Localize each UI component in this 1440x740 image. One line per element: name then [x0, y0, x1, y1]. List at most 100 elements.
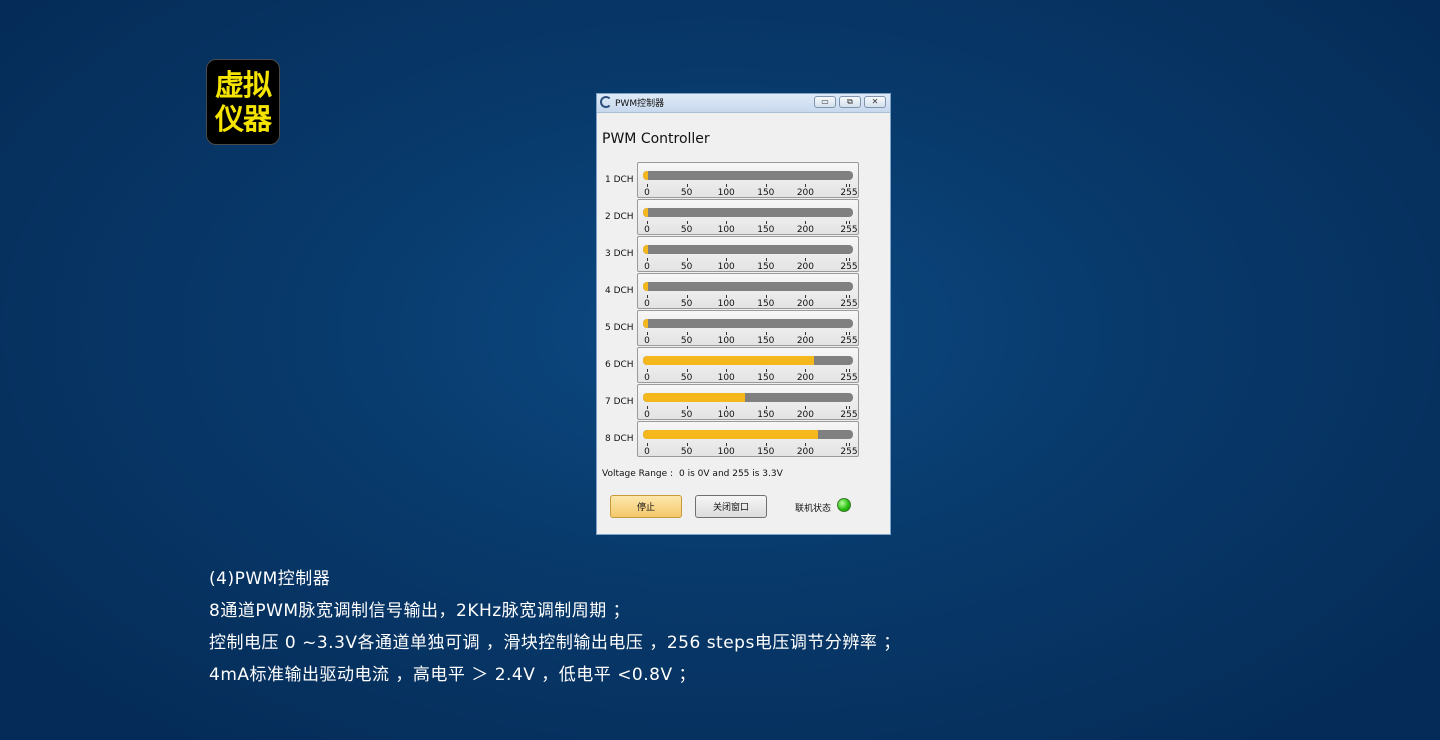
scale-tick	[726, 406, 728, 409]
scale-tick	[846, 221, 847, 224]
scale-tick	[805, 406, 807, 409]
scale-tick	[686, 184, 688, 187]
scale-tick	[765, 221, 767, 224]
scale-tick-label: 150	[757, 262, 775, 272]
description-line-3: 4mA标准输出驱动电流 ，高电平 ＞ 2.4V ，低电平 <0.8V ；	[209, 665, 697, 685]
slider-track[interactable]	[643, 356, 853, 365]
channel-row: 4 DCH 0 50 100 150 200 255	[599, 273, 864, 310]
scale-tick	[726, 369, 728, 372]
scale-tick	[849, 332, 850, 335]
scale-tick	[726, 221, 728, 224]
channel-slider[interactable]: 0 50 100 150 200 255	[637, 310, 859, 346]
slider-track[interactable]	[643, 208, 853, 217]
scale-tick	[765, 406, 767, 409]
window-title: PWM控制器	[615, 99, 665, 109]
scale-tick	[686, 443, 688, 446]
close-button[interactable]: ✕	[864, 96, 886, 108]
channel-label: 4 DCH	[605, 286, 634, 296]
channel-row: 6 DCH 0 50 100 150 200 255	[599, 347, 864, 384]
description: (4)PWM控制器 8通道PWM脉宽调制信号输出，2KHz脉宽调制周期 ； 控制…	[209, 563, 901, 691]
channel-row: 1 DCH 0 50 100 150 200 255	[599, 162, 864, 199]
scale-tick	[846, 369, 847, 372]
slider-fill	[643, 282, 648, 291]
scale-tick-label: 0	[644, 336, 650, 346]
minimize-button[interactable]: ▭	[814, 96, 836, 108]
pwm-controller-window: PWM控制器 ▭ ⧉ ✕ PWM Controller 1 DCH 0 50 100 1…	[596, 93, 891, 535]
scale-tick-label: 100	[717, 336, 735, 346]
scale-tick-label: 0	[644, 299, 650, 309]
badge-line-2: 仪器	[214, 102, 272, 136]
scale-tick-label: 100	[717, 410, 735, 420]
scale-tick-label: 200	[796, 447, 815, 457]
scale-tick-label: 150	[757, 410, 775, 420]
scale-tick	[849, 258, 850, 261]
scale-tick-label: 0	[644, 447, 650, 457]
scale-tick-label: 50	[680, 336, 693, 346]
window-titlebar[interactable]: PWM控制器 ▭ ⧉ ✕	[597, 94, 890, 113]
channel-label: 8 DCH	[605, 434, 634, 444]
scale-tick	[805, 332, 807, 335]
slider-track[interactable]	[643, 319, 853, 328]
scale-tick-label: 0	[644, 410, 650, 420]
scale-tick	[765, 332, 767, 335]
scale-tick	[647, 406, 648, 409]
scale-tick-label: 0	[644, 262, 650, 272]
slider-track[interactable]	[643, 282, 853, 291]
scale-tick-label: 200	[796, 225, 815, 235]
scale-tick	[647, 184, 648, 187]
slider-track[interactable]	[643, 171, 853, 180]
scale-tick-label: 255	[840, 447, 858, 457]
restore-button[interactable]: ⧉	[839, 96, 861, 108]
scale-tick	[686, 295, 688, 298]
slider-fill	[643, 319, 648, 328]
channel-slider[interactable]: 0 50 100 150 200 255	[637, 199, 859, 235]
channel-row: 5 DCH 0 50 100 150 200 255	[599, 310, 864, 347]
slider-fill	[643, 208, 648, 217]
channel-slider[interactable]: 0 50 100 150 200 255	[637, 236, 859, 272]
scale-tick-label: 100	[717, 188, 735, 198]
scale-tick	[765, 258, 767, 261]
virtual-instrument-badge: 虚拟 仪器	[206, 59, 280, 145]
window-client: PWM Controller 1 DCH 0 50 100 150 200 255 2 DCH…	[599, 115, 888, 531]
scale-tick-label: 100	[717, 299, 735, 309]
channel-label: 6 DCH	[605, 360, 634, 370]
channel-row: 2 DCH 0 50 100 150 200 255	[599, 199, 864, 236]
channel-label: 5 DCH	[605, 323, 634, 333]
scale-tick	[849, 443, 850, 446]
scale-tick-label: 0	[644, 225, 650, 235]
scale-tick-label: 50	[680, 225, 693, 235]
scale-tick	[726, 258, 728, 261]
slider-track[interactable]	[643, 245, 853, 254]
scale-tick	[686, 406, 688, 409]
scale-tick	[846, 332, 847, 335]
scale-tick-label: 255	[840, 299, 858, 309]
slider-track[interactable]	[643, 430, 853, 439]
scale-tick-label: 200	[796, 262, 815, 272]
scale-tick	[765, 184, 767, 187]
scale-tick-label: 255	[840, 225, 858, 235]
scale-tick	[849, 184, 850, 187]
scale-tick-label: 50	[680, 299, 693, 309]
scale-tick	[805, 258, 807, 261]
scale-tick	[765, 443, 767, 446]
app-title: PWM Controller	[602, 131, 710, 147]
scale-tick-label: 100	[717, 373, 735, 383]
slider-track[interactable]	[643, 393, 853, 402]
scale-tick-label: 255	[840, 410, 858, 420]
scale-tick-label: 0	[644, 188, 650, 198]
scale-tick	[765, 369, 767, 372]
scale-tick-label: 50	[680, 447, 693, 457]
channel-slider[interactable]: 0 50 100 150 200 255	[637, 421, 859, 457]
channel-slider[interactable]: 0 50 100 150 200 255	[637, 162, 859, 198]
slider-fill	[643, 393, 746, 402]
channel-slider[interactable]: 0 50 100 150 200 255	[637, 273, 859, 309]
channel-slider[interactable]: 0 50 100 150 200 255	[637, 347, 859, 383]
scale-tick	[726, 443, 728, 446]
stop-button[interactable]: 停止	[610, 495, 682, 518]
description-title: (4)PWM控制器	[209, 569, 331, 589]
channel-slider[interactable]: 0 50 100 150 200 255	[637, 384, 859, 420]
slider-fill	[643, 171, 648, 180]
close-window-button[interactable]: 关闭窗口	[695, 495, 767, 518]
window-controls: ▭ ⧉ ✕	[814, 96, 886, 108]
channel-label: 1 DCH	[605, 175, 634, 185]
